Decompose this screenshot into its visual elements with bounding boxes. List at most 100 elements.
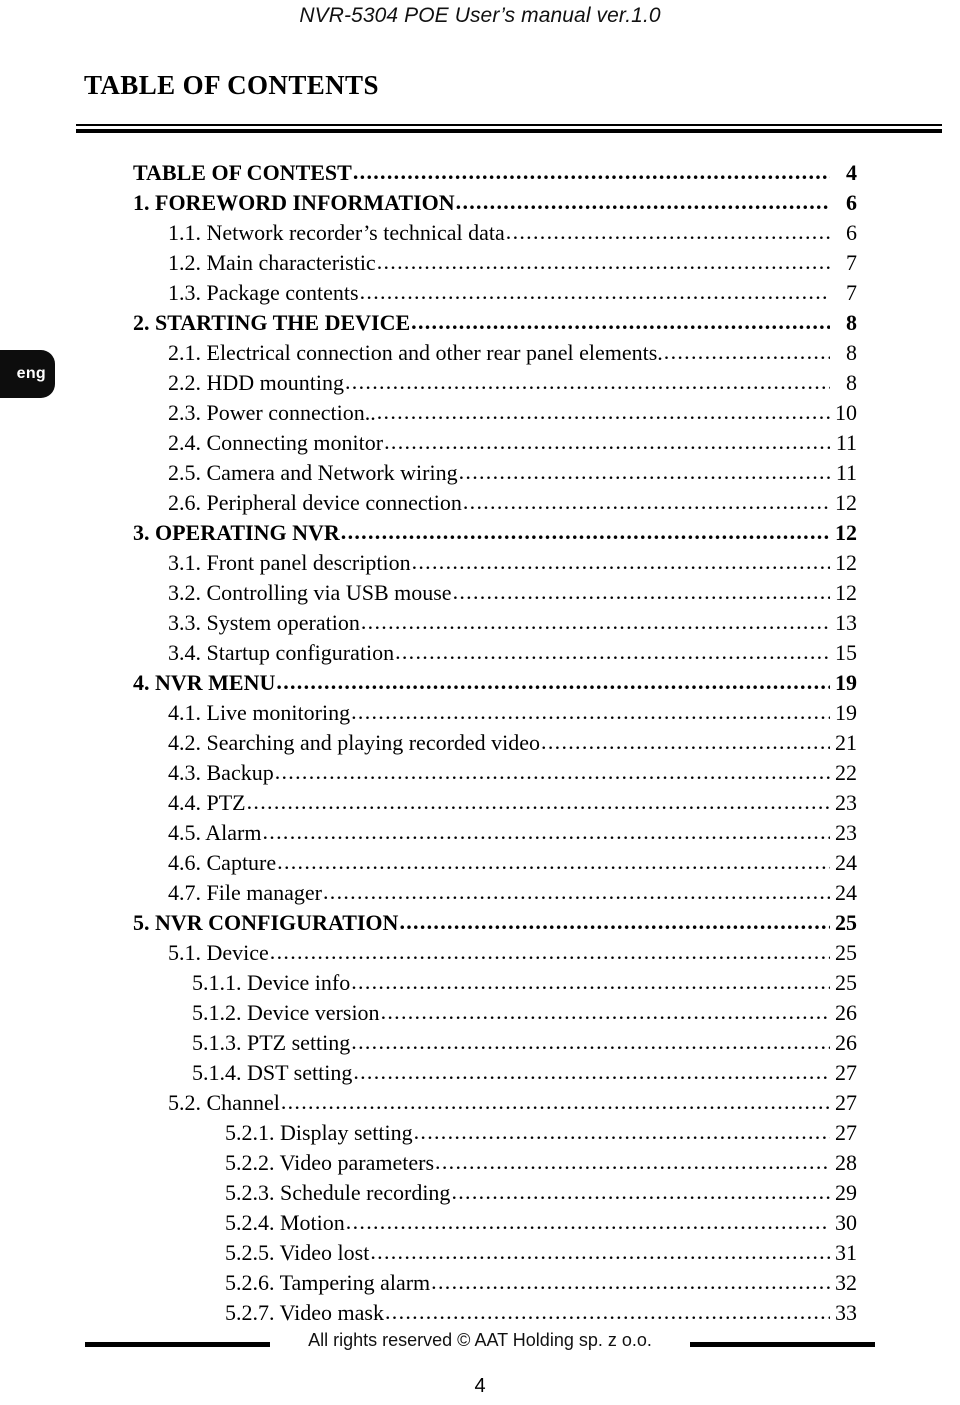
toc-entry[interactable]: 5.2.7. Video mask.......................… <box>0 1299 960 1330</box>
toc-entry-label: 4.5. Alarm <box>168 820 262 845</box>
toc-entry[interactable]: 5.2.5. Video lost.......................… <box>0 1239 960 1270</box>
toc-entry[interactable]: 4.2. Searching and playing recorded vide… <box>0 729 960 760</box>
toc-entry[interactable]: 4.3. Backup.............................… <box>0 759 960 790</box>
toc-entry[interactable]: 5.2.1. Display setting..................… <box>0 1119 960 1150</box>
toc-entry-page-number: 12 <box>835 580 857 605</box>
toc-entry[interactable]: 5.1.1. Device info......................… <box>0 969 960 1000</box>
toc-entry-page-number: 29 <box>835 1180 857 1205</box>
toc-entry[interactable]: 2.3. Power connection...................… <box>0 399 960 430</box>
toc-entry[interactable]: 5.1.3. PTZ setting......................… <box>0 1029 960 1060</box>
table-of-contents-list: TABLE OF CONTEST........................… <box>0 159 960 1330</box>
toc-entry-page-number: 27 <box>835 1090 857 1115</box>
copyright-text: All rights reserved © AAT Holding sp. z … <box>308 1330 652 1350</box>
toc-entry[interactable]: 2.5. Camera and Network wiring..........… <box>0 459 960 490</box>
toc-leader-dots: ........................................… <box>458 459 830 484</box>
toc-entry[interactable]: 5.1. Device.............................… <box>0 939 960 970</box>
toc-leader-dots: ........................................… <box>246 789 830 814</box>
toc-leader-dots: ........................................… <box>431 1269 830 1294</box>
toc-entry[interactable]: 3.3. System operation...................… <box>0 609 960 640</box>
toc-entry-page-number: 28 <box>835 1150 857 1175</box>
toc-entry-label: 2.5. Camera and Network wiring <box>168 460 458 485</box>
toc-entry[interactable]: 2.2. HDD mounting.......................… <box>0 369 960 400</box>
toc-entry[interactable]: 5.2. Channel............................… <box>0 1089 960 1120</box>
toc-leader-dots: ........................................… <box>663 339 830 364</box>
toc-entry[interactable]: 4.5. Alarm..............................… <box>0 819 960 850</box>
toc-leader-dots: ........................................… <box>359 279 830 304</box>
toc-entry[interactable]: 4.6. Capture............................… <box>0 849 960 880</box>
toc-entry-label: 4.7. File manager <box>168 880 322 905</box>
toc-entry[interactable]: 4.1. Live monitoring....................… <box>0 699 960 730</box>
toc-entry[interactable]: 2.1. Electrical connection and other rea… <box>0 339 960 370</box>
toc-entry-label: 3. OPERATING NVR <box>133 520 340 545</box>
toc-leader-dots: ........................................… <box>411 549 830 574</box>
toc-entry-page-number: 32 <box>835 1270 857 1295</box>
toc-leader-dots: ........................................… <box>376 249 830 274</box>
toc-entry-page-number: 12 <box>835 550 857 575</box>
toc-leader-dots: ........................................… <box>352 159 830 184</box>
toc-entry[interactable]: 3. OPERATING NVR........................… <box>0 519 960 550</box>
toc-entry[interactable]: 2. STARTING THE DEVICE..................… <box>0 309 960 340</box>
toc-leader-dots: ........................................… <box>451 1179 830 1204</box>
toc-entry-label: 5. NVR CONFIGURATION <box>133 910 399 935</box>
toc-leader-dots: ........................................… <box>455 189 830 214</box>
toc-entry-label: 5.2.1. Display setting <box>225 1120 413 1145</box>
toc-entry[interactable]: 5.2.3. Schedule recording...............… <box>0 1179 960 1210</box>
toc-entry-label: 1.1. Network recorder’s technical data <box>168 220 505 245</box>
toc-entry-page-number: 26 <box>835 1030 857 1055</box>
toc-leader-dots: ........................................… <box>541 729 830 754</box>
toc-entry[interactable]: 4. NVR MENU.............................… <box>0 669 960 700</box>
toc-entry-label: 5.2. Channel <box>168 1090 280 1115</box>
running-header: NVR-5304 POE User’s manual ver.1.0 <box>299 4 661 27</box>
toc-leader-dots: ........................................… <box>411 309 830 334</box>
toc-leader-dots: ........................................… <box>370 1239 830 1264</box>
page-title: TABLE OF CONTENTS <box>84 70 379 100</box>
toc-entry[interactable]: 1.2. Main characteristic................… <box>0 249 960 280</box>
toc-entry-page-number: 26 <box>835 1000 857 1025</box>
toc-entry-label: 5.1.2. Device version <box>192 1000 380 1025</box>
toc-entry-label: 2.4. Connecting monitor <box>168 430 384 455</box>
toc-entry-page-number: 8 <box>846 370 857 395</box>
toc-entry-page-number: 33 <box>835 1300 857 1325</box>
toc-entry-label: 5.1.1. Device info <box>192 970 351 995</box>
toc-entry[interactable]: 1.1. Network recorder’s technical data..… <box>0 219 960 250</box>
title-rule-thick <box>76 129 942 133</box>
toc-entry[interactable]: 5.2.4. Motion...........................… <box>0 1209 960 1240</box>
toc-entry-page-number: 4 <box>846 160 857 185</box>
toc-entry[interactable]: 1. FOREWORD INFORMATION.................… <box>0 189 960 220</box>
toc-entry-label: 4.6. Capture <box>168 850 277 875</box>
toc-entry-label: 5.1. Device <box>168 940 269 965</box>
toc-entry[interactable]: 5.2.6. Tampering alarm..................… <box>0 1269 960 1300</box>
toc-entry-label: 4.3. Backup <box>168 760 274 785</box>
toc-entry-page-number: 31 <box>835 1240 857 1265</box>
toc-leader-dots: ........................................… <box>351 1029 830 1054</box>
toc-leader-dots: ........................................… <box>322 879 830 904</box>
toc-entry[interactable]: 3.2. Controlling via USB mouse..........… <box>0 579 960 610</box>
toc-entry[interactable]: 5.1.2. Device version...................… <box>0 999 960 1030</box>
toc-entry-page-number: 11 <box>835 430 857 455</box>
toc-entry-page-number: 19 <box>835 670 857 695</box>
toc-entry[interactable]: 2.4. Connecting monitor.................… <box>0 429 960 460</box>
toc-entry-label: 1.3. Package contents <box>168 280 359 305</box>
toc-entry[interactable]: 5.2.2. Video parameters.................… <box>0 1149 960 1180</box>
toc-entry[interactable]: 1.3. Package contents...................… <box>0 279 960 310</box>
toc-entry-label: 2.3. Power connection.. <box>168 400 376 425</box>
page-number: 4 <box>474 1375 486 1397</box>
toc-entry-label: 4.4. PTZ <box>168 790 246 815</box>
toc-entry[interactable]: TABLE OF CONTEST........................… <box>0 159 960 190</box>
toc-entry-label: 5.2.7. Video mask <box>225 1300 384 1325</box>
toc-leader-dots: ........................................… <box>384 429 830 454</box>
toc-entry-page-number: 6 <box>846 190 857 215</box>
toc-entry[interactable]: 2.6. Peripheral device connection.......… <box>0 489 960 520</box>
toc-entry-label: 2.2. HDD mounting <box>168 370 344 395</box>
toc-entry[interactable]: 3.4. Startup configuration..............… <box>0 639 960 670</box>
toc-leader-dots: ........................................… <box>274 759 830 784</box>
toc-entry[interactable]: 4.4. PTZ................................… <box>0 789 960 820</box>
toc-entry[interactable]: 5.1.4. DST setting......................… <box>0 1059 960 1090</box>
toc-entry[interactable]: 4.7. File manager.......................… <box>0 879 960 910</box>
toc-leader-dots: ........................................… <box>376 399 830 424</box>
toc-leader-dots: ........................................… <box>345 1209 830 1234</box>
toc-entry-page-number: 24 <box>835 850 857 875</box>
toc-entry-label: 4.1. Live monitoring <box>168 700 351 725</box>
toc-entry[interactable]: 3.1. Front panel description............… <box>0 549 960 580</box>
toc-entry[interactable]: 5. NVR CONFIGURATION....................… <box>0 909 960 940</box>
